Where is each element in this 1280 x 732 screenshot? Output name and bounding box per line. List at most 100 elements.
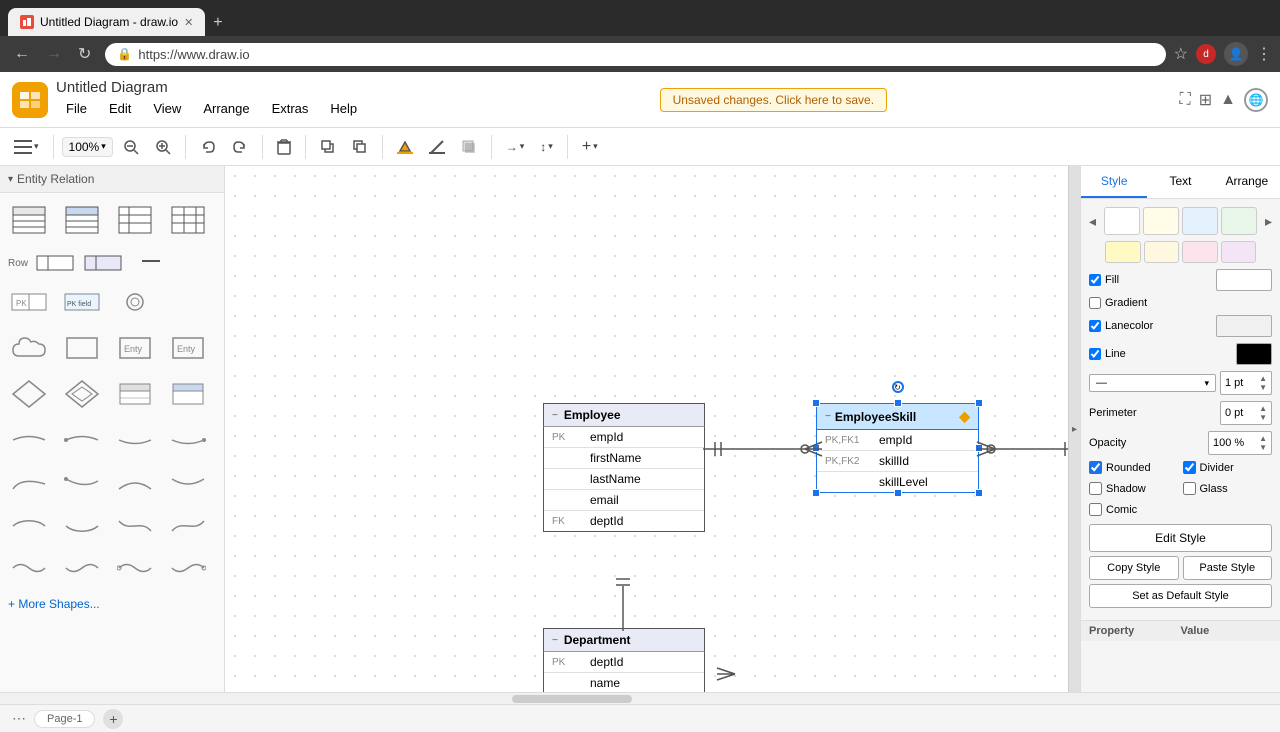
collapse-entity-icon[interactable]: ▾ bbox=[8, 174, 13, 185]
globe-icon[interactable]: 🌐 bbox=[1244, 88, 1268, 112]
fill-checkbox[interactable] bbox=[1089, 274, 1101, 286]
menu-extras[interactable]: Extras bbox=[262, 97, 319, 120]
shape-c4[interactable] bbox=[167, 465, 209, 503]
forward-btn[interactable]: → bbox=[40, 41, 68, 67]
shape-e3[interactable] bbox=[114, 549, 156, 587]
copy-style-btn[interactable]: Copy Style bbox=[1089, 556, 1179, 580]
handle-br[interactable] bbox=[975, 489, 983, 497]
drawio-icon[interactable]: d bbox=[1196, 44, 1216, 64]
shape-entity2[interactable]: Enty bbox=[167, 329, 209, 367]
menu-arrange[interactable]: Arrange bbox=[193, 97, 259, 120]
perimeter-arrows[interactable]: ▲▼ bbox=[1259, 404, 1267, 422]
refresh-btn[interactable]: ↻ bbox=[72, 40, 97, 68]
tab-close-btn[interactable]: ✕ bbox=[184, 16, 193, 29]
color-lavender[interactable] bbox=[1221, 241, 1257, 263]
star-icon[interactable]: ☆ bbox=[1174, 44, 1188, 64]
handle-bl[interactable] bbox=[812, 489, 820, 497]
redo-btn[interactable] bbox=[226, 135, 254, 159]
undo-btn[interactable] bbox=[194, 135, 222, 159]
rotate-handle[interactable]: ↻ bbox=[892, 381, 904, 393]
line-style-select[interactable]: — ▾ bbox=[1089, 374, 1216, 392]
to-back-btn[interactable] bbox=[346, 135, 374, 159]
browser-tab[interactable]: Untitled Diagram - draw.io ✕ bbox=[8, 8, 205, 36]
shape-row2[interactable] bbox=[82, 249, 124, 277]
account-icon[interactable]: 👤 bbox=[1224, 42, 1248, 66]
glass-checkbox[interactable] bbox=[1183, 482, 1196, 495]
insert-btn[interactable]: + ▾ bbox=[576, 134, 604, 160]
back-btn[interactable]: ← bbox=[8, 41, 36, 67]
lanecolor-box[interactable] bbox=[1216, 315, 1272, 337]
shape-table-sm2[interactable] bbox=[167, 375, 209, 413]
opacity-input[interactable]: 100 % ▲▼ bbox=[1208, 431, 1272, 455]
shape-c2[interactable] bbox=[61, 465, 103, 503]
shape-d2[interactable] bbox=[61, 507, 103, 545]
shadow-btn[interactable] bbox=[455, 135, 483, 159]
color-next-btn[interactable]: ▸ bbox=[1265, 213, 1272, 230]
department-collapse[interactable]: − bbox=[552, 635, 558, 646]
shape-table1[interactable] bbox=[8, 201, 50, 239]
add-page-btn[interactable]: + bbox=[103, 709, 123, 729]
shape-diamond2[interactable] bbox=[61, 375, 103, 413]
more-shapes-btn[interactable]: + More Shapes... bbox=[0, 589, 224, 619]
default-style-btn[interactable]: Set as Default Style bbox=[1089, 584, 1272, 608]
handle-tl[interactable] bbox=[812, 399, 820, 407]
handle-ml[interactable] bbox=[812, 444, 820, 452]
color-prev-btn[interactable]: ◂ bbox=[1089, 213, 1096, 230]
to-front-btn[interactable] bbox=[314, 135, 342, 159]
color-blue-light[interactable] bbox=[1182, 207, 1218, 235]
shape-table2[interactable] bbox=[61, 201, 103, 239]
shape-d3[interactable] bbox=[114, 507, 156, 545]
shape-cloud[interactable] bbox=[8, 329, 50, 367]
unsaved-notice[interactable]: Unsaved changes. Click here to save. bbox=[660, 88, 887, 112]
canvas-area[interactable]: − Employee PK empId firstName lastName bbox=[225, 166, 1068, 692]
color-white[interactable] bbox=[1104, 207, 1140, 235]
rounded-checkbox[interactable] bbox=[1089, 461, 1102, 474]
shape-curve1[interactable] bbox=[8, 421, 50, 459]
shape-d4[interactable] bbox=[167, 507, 209, 545]
zoom-in-btn[interactable] bbox=[149, 135, 177, 159]
employeeskill-collapse[interactable]: − bbox=[825, 411, 831, 422]
layout-icon[interactable]: ⊞ bbox=[1199, 90, 1212, 110]
color-tan[interactable] bbox=[1105, 241, 1141, 263]
menu-icon[interactable]: ⋮ bbox=[1256, 44, 1272, 64]
handle-tc[interactable] bbox=[894, 399, 902, 407]
shape-c3[interactable] bbox=[114, 465, 156, 503]
color-yellow-light[interactable] bbox=[1143, 207, 1179, 235]
menu-view[interactable]: View bbox=[143, 97, 191, 120]
shape-curve3[interactable] bbox=[114, 421, 156, 459]
menu-help[interactable]: Help bbox=[320, 97, 367, 120]
handle-tr[interactable] bbox=[975, 399, 983, 407]
handle-mr[interactable] bbox=[975, 444, 983, 452]
shape-c1[interactable] bbox=[8, 465, 50, 503]
connection-btn[interactable]: → ▾ bbox=[500, 136, 531, 158]
line-color-btn[interactable] bbox=[423, 135, 451, 159]
line-pt-arrows[interactable]: ▲▼ bbox=[1259, 374, 1267, 392]
line-pt-input[interactable]: 1 pt ▲▼ bbox=[1220, 371, 1272, 395]
opacity-arrows[interactable]: ▲▼ bbox=[1259, 434, 1267, 452]
scroll-thumb[interactable] bbox=[512, 695, 632, 703]
delete-btn[interactable] bbox=[271, 135, 297, 159]
gradient-checkbox[interactable] bbox=[1089, 297, 1101, 309]
shape-e1[interactable] bbox=[8, 549, 50, 587]
shape-diamond1[interactable] bbox=[8, 375, 50, 413]
color-peach[interactable] bbox=[1144, 241, 1180, 263]
shape-row1[interactable] bbox=[34, 249, 76, 277]
color-green-light[interactable] bbox=[1221, 207, 1257, 235]
handle-bc[interactable] bbox=[894, 489, 902, 497]
options-btn[interactable]: ⋯ bbox=[12, 710, 26, 727]
shape-rect[interactable] bbox=[61, 329, 103, 367]
comic-checkbox[interactable] bbox=[1089, 503, 1102, 516]
shadow-checkbox[interactable] bbox=[1089, 482, 1102, 495]
sidebar-toggle-btn[interactable]: ▾ bbox=[8, 136, 45, 158]
paste-style-btn[interactable]: Paste Style bbox=[1183, 556, 1273, 580]
fill-color-btn[interactable] bbox=[391, 135, 419, 159]
shape-pk1[interactable]: PK bbox=[8, 283, 50, 321]
shape-table-sm1[interactable] bbox=[114, 375, 156, 413]
shape-table3[interactable] bbox=[114, 201, 156, 239]
fill-color-box[interactable] bbox=[1216, 269, 1272, 291]
shape-entity1[interactable]: Enty bbox=[114, 329, 156, 367]
lanecolor-checkbox[interactable] bbox=[1089, 320, 1101, 332]
shape-table4[interactable] bbox=[167, 201, 209, 239]
address-bar[interactable]: 🔒 https://www.draw.io bbox=[105, 43, 1165, 66]
shape-curve2[interactable] bbox=[61, 421, 103, 459]
